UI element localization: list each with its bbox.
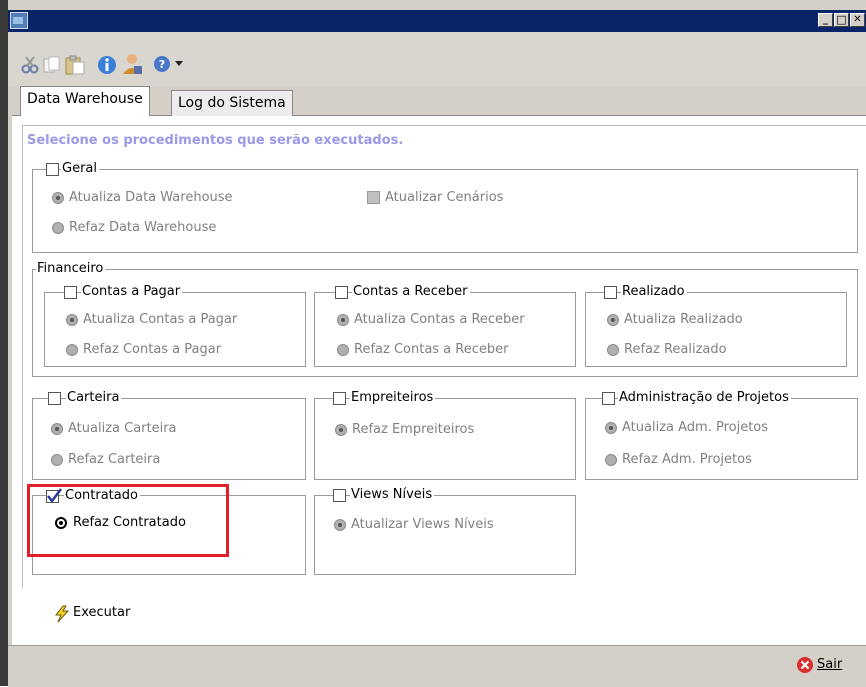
minimize-button[interactable]: _ xyxy=(818,13,833,27)
app-icon[interactable] xyxy=(10,12,28,29)
label-refaz-carteira: Refaz Carteira xyxy=(68,452,161,467)
maximize-button[interactable]: □ xyxy=(834,13,849,27)
checkbox-administracao-de-projetos[interactable] xyxy=(602,392,615,405)
checkbox-carteira[interactable] xyxy=(48,392,61,405)
group-title-realizado: Realizado xyxy=(621,284,687,300)
label-refaz-contas-a-pagar: Refaz Contas a Pagar xyxy=(83,342,222,357)
info-icon[interactable] xyxy=(96,54,118,76)
tab-data-warehouse[interactable]: Data Warehouse xyxy=(20,86,150,116)
checkbox-atualizar-cenarios[interactable] xyxy=(367,191,380,204)
radio-refaz-contas-a-pagar[interactable] xyxy=(66,344,78,356)
group-title-geral: Geral xyxy=(61,161,99,177)
copy-icon[interactable] xyxy=(42,55,62,75)
title-bar[interactable] xyxy=(8,10,866,32)
label-atualiza-adm-projetos: Atualiza Adm. Projetos xyxy=(622,420,769,435)
paste-icon[interactable] xyxy=(64,54,86,76)
label-atualiza-realizado: Atualiza Realizado xyxy=(624,312,743,327)
label-atualiza-carteira: Atualiza Carteira xyxy=(68,421,177,436)
checkbox-realizado[interactable] xyxy=(604,286,617,299)
group-title-administracao-de-projetos: Administração de Projetos xyxy=(618,390,791,406)
label-refaz-data-warehouse: Refaz Data Warehouse xyxy=(69,220,217,235)
label-refaz-realizado: Refaz Realizado xyxy=(624,342,727,357)
checkbox-geral[interactable] xyxy=(46,163,59,176)
checkbox-contas-a-pagar[interactable] xyxy=(64,286,77,299)
lightning-icon xyxy=(54,605,70,623)
checkbox-views-niveis[interactable] xyxy=(333,489,346,502)
radio-atualizar-views-niveis[interactable] xyxy=(334,519,346,531)
label-refaz-contas-a-receber: Refaz Contas a Receber xyxy=(354,342,509,357)
radio-atualiza-data-warehouse[interactable] xyxy=(52,192,64,204)
label-atualiza-contas-a-pagar: Atualiza Contas a Pagar xyxy=(83,312,238,327)
radio-refaz-carteira[interactable] xyxy=(51,454,63,466)
radio-refaz-realizado[interactable] xyxy=(607,344,619,356)
group-empreiteiros xyxy=(314,398,576,480)
close-button[interactable]: ✕ xyxy=(850,13,865,27)
cut-icon[interactable] xyxy=(20,55,40,75)
window-left-edge xyxy=(0,0,8,686)
radio-atualiza-adm-projetos[interactable] xyxy=(605,422,617,434)
radio-atualiza-contas-a-receber[interactable] xyxy=(337,314,349,326)
radio-refaz-data-warehouse[interactable] xyxy=(52,222,64,234)
group-views-niveis xyxy=(314,495,576,575)
label-atualiza-data-warehouse: Atualiza Data Warehouse xyxy=(69,190,233,205)
group-title-financeiro: Financeiro xyxy=(36,261,106,277)
group-title-empreiteiros: Empreiteiros xyxy=(350,390,436,406)
highlight-box xyxy=(27,484,229,557)
radio-refaz-contas-a-receber[interactable] xyxy=(337,344,349,356)
group-title-views-niveis: Views Níveis xyxy=(350,487,435,503)
checkbox-contas-a-receber[interactable] xyxy=(335,286,348,299)
dropdown-arrow-icon[interactable] xyxy=(174,60,184,68)
group-title-contas-a-receber: Contas a Receber xyxy=(352,284,470,300)
label-refaz-adm-projetos: Refaz Adm. Projetos xyxy=(622,452,752,467)
bottom-bar xyxy=(8,645,866,687)
label-refaz-empreiteiros: Refaz Empreiteiros xyxy=(352,422,475,437)
radio-atualiza-realizado[interactable] xyxy=(607,314,619,326)
help-icon[interactable]: ? xyxy=(152,54,172,74)
checkbox-empreiteiros[interactable] xyxy=(333,392,346,405)
label-atualizar-cenarios: Atualizar Cenários xyxy=(385,190,504,205)
sair-label: Sair xyxy=(817,657,843,672)
exit-icon xyxy=(797,657,813,673)
svg-text:?: ? xyxy=(159,58,165,71)
label-atualiza-contas-a-receber: Atualiza Contas a Receber xyxy=(354,312,525,327)
group-title-carteira: Carteira xyxy=(66,390,122,406)
user-icon[interactable] xyxy=(120,52,144,76)
radio-refaz-empreiteiros[interactable] xyxy=(335,424,347,436)
radio-atualiza-contas-a-pagar[interactable] xyxy=(66,314,78,326)
radio-refaz-adm-projetos[interactable] xyxy=(605,454,617,466)
executar-label: Executar xyxy=(73,605,131,620)
instruction-text: Selecione os procedimentos que serão exe… xyxy=(27,133,404,148)
tab-log-do-sistema[interactable]: Log do Sistema xyxy=(171,90,293,116)
group-title-contas-a-pagar: Contas a Pagar xyxy=(81,284,183,300)
radio-atualiza-carteira[interactable] xyxy=(51,423,63,435)
group-geral xyxy=(32,169,858,253)
label-atualizar-views-niveis: Atualizar Views Níveis xyxy=(351,517,494,532)
